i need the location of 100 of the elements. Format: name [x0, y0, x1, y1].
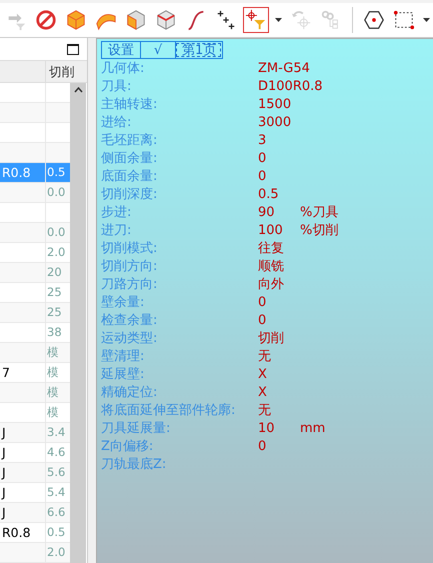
table-row[interactable]: 模 — [0, 343, 70, 363]
table-cell: 模 — [47, 345, 59, 359]
tab[interactable]: 第1页 — [175, 42, 222, 58]
hexagon-icon — [363, 9, 385, 31]
param-label: 步进: — [101, 204, 132, 222]
param-label: 主轴转速: — [101, 96, 158, 114]
prohibit-icon — [35, 9, 57, 31]
table-cell: J — [2, 485, 6, 500]
table-cell: 0.0 — [47, 185, 66, 199]
param-label: 切削模式: — [101, 240, 158, 258]
table-cell: 6.6 — [47, 505, 66, 519]
param-value[interactable]: 0.5 — [258, 186, 294, 204]
param-value[interactable]: 1500 — [258, 96, 294, 114]
table-cell: J — [2, 465, 6, 480]
param-value[interactable]: 0 — [258, 438, 294, 456]
table-cell: J — [2, 445, 6, 460]
table-cell: R0.8 — [2, 525, 31, 540]
table-cell: 20 — [47, 265, 62, 279]
param-value[interactable]: 3000 — [258, 114, 294, 132]
table-row[interactable]: 模 — [0, 383, 70, 403]
param-label: 检查余量: — [101, 312, 158, 330]
crosshair-filter-button[interactable] — [243, 7, 269, 33]
table-cell: 模 — [47, 405, 59, 419]
param-value[interactable]: 10 — [258, 420, 294, 438]
param-label: 进刀: — [101, 222, 132, 240]
table-cell: 0.5 — [47, 165, 66, 179]
plus-points-icon — [215, 9, 237, 31]
param-label: 壁清理: — [101, 348, 146, 366]
param-label: 进给: — [101, 114, 132, 132]
table-row[interactable]: 25 — [0, 303, 70, 323]
param-label: 几何体: — [101, 60, 146, 78]
table-cell: J — [2, 425, 6, 440]
param-value[interactable]: 顺铣 — [258, 258, 294, 276]
table-row[interactable]: 2.0 — [0, 543, 70, 563]
param-label: Z向偏移: — [101, 438, 154, 456]
table-cell: 模 — [47, 385, 59, 399]
cube-edge-icon — [155, 9, 177, 31]
table-cell: 4.6 — [47, 445, 66, 459]
scroll-up-icon[interactable] — [74, 87, 82, 93]
param-label: 毛坯距离: — [101, 132, 158, 150]
param-label: 底面余量: — [101, 168, 158, 186]
tab[interactable]: √ — [140, 42, 175, 58]
param-value[interactable]: ZM-G54 — [258, 60, 310, 78]
table-row[interactable]: 0.0 — [0, 223, 70, 243]
param-label: 精确定位: — [101, 384, 158, 402]
table-row[interactable]: 0.0 — [0, 183, 70, 203]
param-value[interactable]: X — [258, 366, 294, 384]
cube-face-icon — [125, 9, 147, 31]
param-value[interactable]: 向外 — [258, 276, 294, 294]
table-cell: J — [2, 505, 6, 520]
table-cell: 0.5 — [47, 525, 66, 539]
dropdown-caret-icon[interactable] — [273, 16, 284, 24]
crosshair-undo-icon — [290, 9, 312, 31]
param-value[interactable]: 0 — [258, 168, 294, 186]
param-label: 延展壁: — [101, 366, 146, 384]
param-value[interactable]: 3 — [258, 132, 294, 150]
table-cell: 25 — [47, 305, 62, 319]
param-label: 壁余量: — [101, 294, 146, 312]
param-label: 运动类型: — [101, 330, 158, 348]
cube-icon — [65, 9, 87, 31]
param-value[interactable]: 无 — [258, 402, 294, 420]
maximize-icon[interactable] — [67, 44, 79, 54]
param-label: 刀轨最底Z: — [101, 456, 168, 474]
table-cell: 2.0 — [47, 545, 66, 559]
param-label: 刀路方向: — [101, 276, 158, 294]
param-value[interactable]: 100 — [258, 222, 294, 240]
param-value[interactable]: D100R0.8 — [258, 78, 323, 96]
unit-label: %刀具 — [300, 204, 338, 222]
param-value[interactable]: 往复 — [258, 240, 294, 258]
table-row[interactable]: 20 — [0, 263, 70, 283]
table-cell: R0.8 — [2, 165, 31, 180]
table-row[interactable]: J 3.4 — [0, 423, 70, 443]
param-value[interactable]: 90 — [258, 204, 294, 222]
crosshair-filter-icon — [245, 9, 267, 31]
unit-label: mm — [300, 420, 326, 438]
param-label: 侧面余量: — [101, 150, 158, 168]
table-row[interactable]: J 5.6 — [0, 463, 70, 483]
table-row[interactable]: R0.8 0.5 — [0, 163, 70, 183]
unit-label: %切削 — [300, 222, 338, 240]
param-label: 刀具延展量: — [101, 420, 172, 438]
dropdown-caret-icon[interactable] — [421, 16, 432, 24]
table-row[interactable]: J 6.6 — [0, 503, 70, 523]
table-cell: 2.0 — [47, 245, 66, 259]
param-value[interactable]: X — [258, 384, 294, 402]
param-value[interactable]: 无 — [258, 348, 294, 366]
table-cell: 3.4 — [47, 425, 66, 439]
table-cell: 5.6 — [47, 465, 66, 479]
table-cell: 0.0 — [47, 225, 66, 239]
table-cell: 5.4 — [47, 485, 66, 499]
tab[interactable]: 设置 — [102, 42, 140, 58]
table-cell: 25 — [47, 285, 62, 299]
param-label: 切削深度: — [101, 186, 158, 204]
param-value[interactable]: 切削 — [258, 330, 294, 348]
scrollbar[interactable] — [70, 83, 86, 563]
param-value[interactable]: 0 — [258, 312, 294, 330]
param-label: 切削方向: — [101, 258, 158, 276]
table-cell: 模 — [47, 365, 59, 379]
param-value[interactable]: 0 — [258, 294, 294, 312]
param-value[interactable]: 0 — [258, 150, 294, 168]
param-label: 刀具: — [101, 78, 132, 96]
